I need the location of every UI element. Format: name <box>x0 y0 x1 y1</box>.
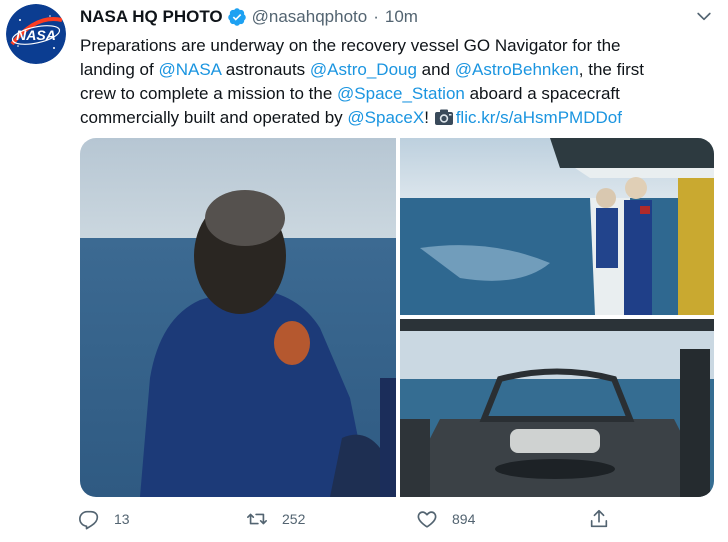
tweet-header: NASA HQ PHOTO @nasahqphoto · 10m <box>80 6 418 28</box>
nasa-logo-icon: NASA <box>6 4 66 64</box>
share-icon <box>590 509 608 528</box>
photo-astronaut-looking-at-sea[interactable] <box>80 138 396 497</box>
chevron-down-icon[interactable] <box>694 6 714 26</box>
mention-link[interactable]: @AstroBehnken <box>455 60 579 79</box>
retweet-count: 252 <box>282 511 306 527</box>
reply-count: 13 <box>114 511 130 527</box>
user-handle[interactable]: @nasahqphoto <box>252 7 368 27</box>
mention-link[interactable]: @Space_Station <box>337 84 465 103</box>
like-count: 894 <box>452 511 476 527</box>
verified-badge-icon <box>227 7 247 27</box>
tweet-text-run: astronauts <box>221 60 310 79</box>
tweet-text-run: crew to complete a mission to the <box>80 84 338 103</box>
photo-ship-stern-recovery-deck[interactable] <box>400 319 714 497</box>
tweet-text: Preparations are underway on the recover… <box>80 34 720 130</box>
mention-link[interactable]: @NASA <box>158 60 221 79</box>
tweet-text-run: , the first <box>578 60 644 79</box>
external-link[interactable]: flic.kr/s/aHsmPMDDof <box>456 108 622 127</box>
tweet-action-bar: 13 252 894 <box>78 508 618 536</box>
tweet-text-run: landing of <box>80 60 159 79</box>
tweet-text-run: aboard a spacecraft <box>464 84 620 103</box>
display-name[interactable]: NASA HQ PHOTO <box>80 7 223 27</box>
retweet-button[interactable]: 252 <box>246 508 305 530</box>
camera-icon <box>434 108 454 126</box>
tweet-text-run: commercially built and operated by <box>80 108 348 127</box>
tweet-text-run: and <box>416 60 455 79</box>
photo-astronauts-at-ship-railing[interactable] <box>400 138 714 315</box>
reply-button[interactable]: 13 <box>78 508 130 530</box>
media-grid <box>80 138 714 497</box>
header-separator: · <box>373 7 379 26</box>
nasa-logo-text: NASA <box>16 27 56 43</box>
tweet-text-run: Preparations are underway on the recover… <box>80 36 621 55</box>
mention-link[interactable]: @SpaceX <box>347 108 424 127</box>
tweet-text-run: ! <box>424 108 434 127</box>
share-button[interactable] <box>588 508 624 530</box>
mention-link[interactable]: @Astro_Doug <box>310 60 417 79</box>
tweet-timestamp[interactable]: 10m <box>385 7 418 27</box>
like-button[interactable]: 894 <box>416 508 475 530</box>
heart-icon <box>417 511 437 528</box>
retweet-icon <box>247 513 267 525</box>
avatar[interactable]: NASA <box>6 4 66 64</box>
reply-icon <box>79 510 99 530</box>
